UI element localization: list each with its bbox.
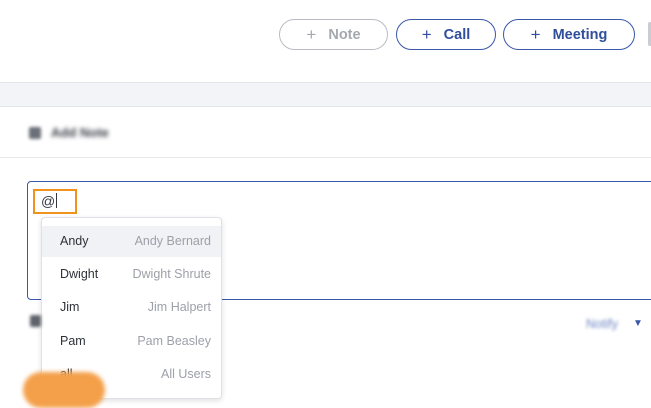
add-note-label: Note	[328, 26, 361, 43]
activity-toolbar: + Note + Call + Meeting	[0, 0, 651, 83]
note-panel-header: Add Note	[0, 107, 651, 158]
plus-icon: +	[306, 25, 317, 44]
mention-full-name: Andy Bernard	[134, 234, 211, 248]
editor-value: @	[41, 193, 56, 209]
mention-full-name: All Users	[160, 367, 211, 381]
text-caret	[56, 193, 58, 208]
notify-dropdown-label[interactable]: Notify	[586, 317, 618, 331]
add-meeting-label: Meeting	[552, 26, 608, 43]
mention-option-dwight[interactable]: Dwight Dwight Shrute	[42, 259, 221, 290]
mention-option-andy[interactable]: Andy Andy Bernard	[42, 226, 221, 257]
add-call-label: Call	[443, 26, 471, 43]
mention-option-pam[interactable]: Pam Pam Beasley	[42, 326, 221, 357]
chevron-down-icon[interactable]: ▼	[633, 318, 643, 329]
attachment-icon[interactable]	[30, 315, 41, 327]
submit-note-button[interactable]	[23, 372, 105, 408]
note-icon	[29, 127, 41, 139]
add-call-button[interactable]: + Call	[396, 19, 496, 50]
mention-short-name: Pam	[60, 334, 86, 348]
mention-full-name: Jim Halpert	[147, 300, 211, 314]
note-panel-title: Add Note	[51, 125, 109, 140]
mention-full-name: Dwight Shrute	[132, 267, 211, 281]
add-note-button[interactable]: + Note	[279, 19, 388, 50]
add-meeting-button[interactable]: + Meeting	[503, 19, 635, 50]
plus-icon: +	[530, 25, 541, 44]
mention-short-name: Jim	[60, 300, 80, 314]
note-editor-text[interactable]: @	[41, 193, 58, 209]
mention-full-name: Pam Beasley	[137, 334, 211, 348]
mention-option-jim[interactable]: Jim Jim Halpert	[42, 292, 221, 323]
mention-short-name: Andy	[60, 234, 89, 248]
plus-icon: +	[421, 25, 432, 44]
mention-short-name: Dwight	[60, 267, 99, 281]
